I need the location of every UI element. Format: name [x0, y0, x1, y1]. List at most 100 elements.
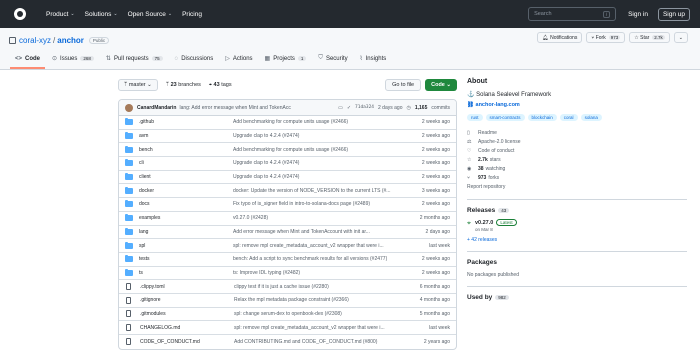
star-button[interactable]: ☆ Star 2.7k [629, 32, 670, 43]
branches-link[interactable]: ᛘ 23 branches [166, 82, 201, 88]
table-row[interactable]: docker docker: Update the version of NODE… [119, 184, 456, 199]
file-name-link[interactable]: .gitmodules [140, 311, 234, 317]
file-commit-message[interactable]: clippy test if it is just a cache issue … [234, 284, 414, 290]
sign-in-link[interactable]: Sign in [628, 11, 648, 18]
fork-button[interactable]: ⑂ Fork 973 [586, 32, 626, 43]
releases-heading[interactable]: Releases 43 [467, 207, 687, 214]
nav-pricing[interactable]: Pricing [182, 11, 202, 18]
tab-code[interactable]: <> Code [10, 55, 46, 69]
notifications-button[interactable]: 🔔︎ Notifications [537, 32, 583, 43]
file-name-link[interactable]: docs [139, 201, 233, 207]
nav-product[interactable]: Product ⌄ [46, 11, 75, 18]
file-commit-message[interactable]: bench: Add a script to sync benchmark re… [233, 256, 413, 262]
table-row[interactable]: examples v0.27.0 (#2428) 2 months ago [119, 212, 456, 226]
file-commit-message[interactable]: Upgrade clap to 4.2.4 (#2474) [233, 174, 413, 180]
tab-pull-requests[interactable]: ⇅ Pull requests 75 [101, 55, 168, 69]
avatar[interactable] [125, 103, 133, 112]
file-name-link[interactable]: bench [139, 147, 233, 153]
table-row[interactable]: .gitignore Relax the mpl metadata package… [119, 294, 456, 308]
file-name-link[interactable]: lang [139, 229, 233, 235]
table-row[interactable]: docs Fix typo of is_signer field in intro… [119, 198, 456, 212]
table-row[interactable]: cli Upgrade clap to 4.2.4 (#2474) 2 weeks … [119, 157, 456, 171]
code-of-conduct-link[interactable]: ♡ Code of conduct [467, 146, 687, 155]
tags-link[interactable]: ⌖ 43 tags [209, 82, 232, 89]
stars-link[interactable]: ☆ 2.7k stars [467, 155, 687, 164]
go-to-file-button[interactable]: Go to file [385, 79, 422, 91]
table-row[interactable]: CHANGELOG.md spl: remove mpl create_metad… [119, 321, 456, 335]
table-row[interactable]: client Upgrade clap to 4.2.4 (#2474) 2 wee… [119, 171, 456, 185]
more-releases-link[interactable]: + 42 releases [467, 237, 687, 243]
commits-label[interactable]: commits [431, 105, 450, 111]
used-by-heading[interactable]: Used by 982 [467, 294, 687, 301]
nav-solutions[interactable]: Solutions ⌄ [85, 11, 118, 18]
watchers-link[interactable]: ◉ 38 watching [467, 164, 687, 173]
table-row[interactable]: spl spl: remove mpl create_metadata_accou… [119, 239, 456, 253]
github-logo-icon[interactable] [14, 8, 26, 20]
repo-owner-link[interactable]: coral-xyz [19, 36, 51, 45]
table-row[interactable]: .clippy.toml clippy test if it is just a … [119, 280, 456, 294]
file-commit-message[interactable]: v0.27.0 (#2428) [233, 215, 413, 221]
tab-insights[interactable]: ⌇ Insights [355, 55, 392, 69]
topic-tag[interactable]: solana [580, 114, 602, 121]
table-row[interactable]: ts ts: Improve IDL typing (#2482) 2 weeks … [119, 267, 456, 281]
sign-up-button[interactable]: Sign up [657, 7, 690, 21]
table-row[interactable]: CODE_OF_CONDUCT.md Add CONTRIBUTING.md an… [119, 335, 456, 349]
file-name-link[interactable]: examples [139, 215, 233, 221]
file-name-link[interactable]: .github [139, 119, 233, 125]
file-commit-message[interactable]: spl: remove mpl create_metadata_account_… [233, 243, 413, 249]
file-name-link[interactable]: client [139, 174, 233, 180]
file-commit-message[interactable]: Add error message when Mint and TokenAcc… [233, 229, 413, 235]
commit-author[interactable]: CanardMandarin [137, 105, 176, 111]
report-repository-link[interactable]: Report repository [467, 182, 687, 191]
latest-release[interactable]: ⌖ v0.27.0 Latest on Mar 8 [467, 219, 687, 232]
topic-tag[interactable]: coral [559, 114, 578, 121]
file-commit-message[interactable]: Add CONTRIBUTING.md and CODE_OF_CONDUCT.… [234, 339, 414, 345]
tab-security[interactable]: ⛉ Security [313, 55, 352, 69]
search-input[interactable]: Search / [528, 7, 617, 21]
license-link[interactable]: ⚖ Apache-2.0 license [467, 137, 687, 146]
file-name-link[interactable]: tests [139, 256, 233, 262]
branch-selector[interactable]: ᛘ master ⌄ [118, 79, 158, 91]
check-icon[interactable]: ✓ [347, 105, 351, 111]
file-commit-message[interactable]: Add benchmarking for compute units usage… [233, 119, 413, 125]
table-row[interactable]: .gitmodules spl: change serum-dex to open… [119, 308, 456, 322]
table-row[interactable]: bench Add benchmarking for compute units … [119, 143, 456, 158]
tab-projects[interactable]: ▦ Projects 1 [260, 55, 312, 69]
code-button[interactable]: Code ⌄ [425, 79, 457, 91]
file-commit-message[interactable]: Relax the mpl metadata package constrain… [234, 297, 414, 303]
file-commit-message[interactable]: ts: Improve IDL typing (#2482) [233, 270, 413, 276]
file-commit-message[interactable]: Add benchmarking for compute units usage… [233, 147, 413, 153]
readme-link[interactable]: ▯ Readme [467, 128, 687, 137]
repo-name-link[interactable]: anchor [57, 36, 84, 45]
file-name-link[interactable]: .clippy.toml [140, 284, 234, 290]
table-row[interactable]: .github Add benchmarking for compute unit… [119, 116, 456, 130]
file-commit-message[interactable]: docker: Update the version of NODE_VERSI… [233, 188, 413, 194]
file-commit-message[interactable]: Fix typo of is_signer field in intro-to-… [233, 201, 413, 207]
file-name-link[interactable]: CODE_OF_CONDUCT.md [140, 339, 234, 345]
file-commit-message[interactable]: Upgrade clap to 4.2.4 (#2474) [233, 160, 413, 166]
table-row[interactable]: tests bench: Add a script to sync benchma… [119, 253, 456, 267]
commit-message[interactable]: lang: Add error message when Mint and To… [179, 105, 291, 111]
topic-tag[interactable]: blockchain [527, 114, 557, 121]
tab-discussions[interactable]: ◌ Discussions [170, 55, 219, 69]
comment-icon[interactable]: ▭ [338, 105, 343, 111]
table-row[interactable]: lang Add error message when Mint and Toke… [119, 226, 456, 240]
file-name-link[interactable]: ts [139, 270, 233, 276]
tab-actions[interactable]: ▷ Actions [220, 55, 257, 69]
file-name-link[interactable]: avm [139, 133, 233, 139]
file-commit-message[interactable]: spl: remove mpl create_metadata_account_… [234, 325, 414, 331]
star-dropdown-button[interactable]: ⌄ [673, 32, 688, 43]
topic-tag[interactable]: smart-contracts [485, 114, 525, 121]
file-name-link[interactable]: CHANGELOG.md [140, 325, 234, 331]
topic-tag[interactable]: rust [467, 114, 483, 121]
table-row[interactable]: avm Upgrade clap to 4.2.4 (#2474) 2 weeks … [119, 130, 456, 144]
file-commit-message[interactable]: Upgrade clap to 4.2.4 (#2474) [233, 133, 413, 139]
tab-issues[interactable]: ⊙ Issues 268 [47, 55, 99, 69]
file-name-link[interactable]: docker [139, 188, 233, 194]
commit-hash[interactable]: 71da324 [355, 105, 374, 110]
file-name-link[interactable]: spl [139, 243, 233, 249]
file-commit-message[interactable]: spl: change serum-dex to openbook-dex (#… [234, 311, 414, 317]
packages-heading[interactable]: Packages [467, 259, 687, 266]
forks-link[interactable]: ⑂ 973 forks [467, 173, 687, 182]
file-name-link[interactable]: .gitignore [140, 297, 234, 303]
